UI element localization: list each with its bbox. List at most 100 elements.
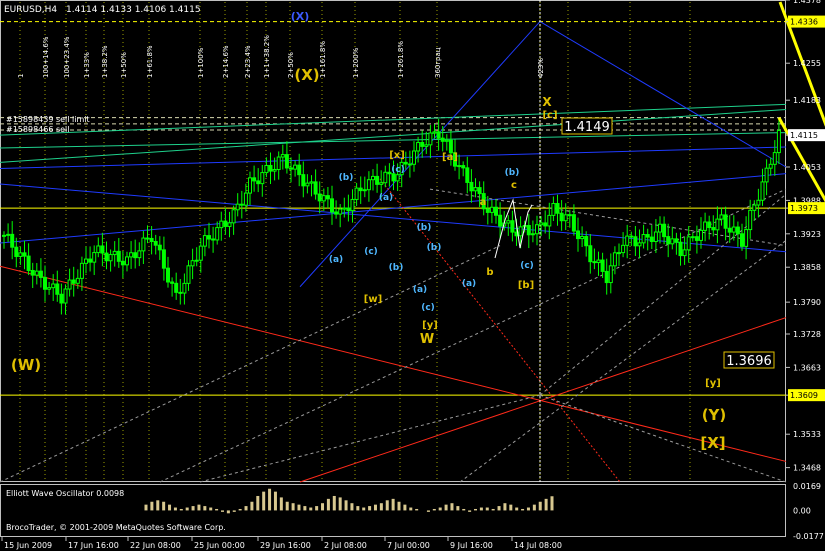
candle-body: [740, 233, 744, 247]
candle-body: [383, 171, 388, 184]
candle-body: [506, 220, 511, 224]
candle-body: [440, 137, 445, 142]
candle-body: [518, 226, 523, 237]
candle-body: [752, 204, 757, 211]
candle-body: [14, 246, 19, 257]
fib-time-label: 1+261.8%: [397, 41, 405, 78]
wave-label: (c): [391, 165, 405, 175]
wave-label: (c): [520, 261, 534, 271]
wave-label: X: [542, 95, 552, 109]
wave-label: a: [480, 197, 487, 208]
candle-body: [104, 252, 109, 262]
candle-body: [621, 244, 626, 254]
fib-time-label: 1+33%: [83, 52, 91, 78]
candle-body: [182, 282, 187, 294]
candle-body: [252, 177, 257, 182]
candle-body: [256, 180, 261, 185]
candle-body: [543, 222, 548, 227]
candle-body: [235, 203, 240, 211]
time-tick-label: 25 Jun 00:00: [194, 541, 245, 550]
chart-background: [0, 0, 825, 551]
candle-body: [485, 208, 490, 213]
candle-body: [202, 235, 207, 247]
candle-body: [416, 142, 421, 152]
candle-body: [731, 226, 736, 233]
candle-body: [34, 270, 39, 276]
candle-body: [75, 277, 80, 284]
order-label-sell-limit: #15898439 sell limit: [6, 115, 90, 124]
candle-body: [18, 252, 23, 257]
candle-body: [641, 234, 646, 244]
candle-body: [289, 167, 293, 170]
candle-body: [510, 220, 515, 233]
candle-body: [744, 229, 749, 247]
candle-body: [276, 156, 281, 171]
candle-body: [580, 236, 585, 240]
candle-body: [153, 241, 158, 246]
candle-body: [670, 238, 675, 245]
candle-body: [748, 209, 753, 231]
candle-body: [362, 189, 367, 192]
candle-body: [211, 238, 216, 241]
candle-body: [51, 283, 56, 289]
order-label-sell: #15898466 sell: [6, 125, 70, 134]
candle-body: [690, 236, 695, 239]
candle-body: [293, 164, 298, 170]
wave-label: (b): [339, 173, 354, 183]
time-tick-label: 29 Jun 16:00: [260, 541, 311, 550]
fib-time-label: 1+50%: [120, 52, 128, 78]
candle-body: [297, 164, 302, 176]
candle-body: [539, 222, 544, 226]
candle-body: [375, 175, 380, 185]
candle-body: [592, 261, 597, 264]
wave-label: (X): [291, 10, 310, 23]
trading-chart: (W) (X) (X) W X [x] [a] [c] [w] [y] [b] [y] (Y) [X] a b…: [0, 0, 825, 551]
candle-body: [658, 223, 662, 233]
candle-body: [170, 281, 175, 284]
candle-body: [551, 202, 556, 216]
candle-body: [625, 235, 630, 246]
candle-body: [457, 165, 462, 168]
candle-body: [313, 181, 318, 195]
candle-body: [530, 233, 535, 236]
wave-label: (a): [379, 193, 393, 203]
fib-time-label: 360грац: [434, 47, 442, 78]
candle-body: [526, 224, 531, 236]
candle-body: [612, 252, 617, 267]
candle-body: [219, 220, 224, 229]
candle-body: [403, 161, 408, 165]
candle-body: [694, 236, 699, 241]
time-tick-label: 9 Jul 16:00: [450, 541, 493, 550]
price-marker-label: 1.3609: [790, 391, 818, 400]
candle-body: [576, 230, 580, 240]
candle-body: [227, 222, 232, 227]
candle-body: [88, 258, 93, 263]
candle-body: [584, 236, 589, 247]
candle-body: [6, 233, 11, 236]
fib-time-label: 2+23.4%: [244, 45, 252, 78]
candle-body: [600, 259, 605, 272]
candle-body: [79, 262, 84, 279]
candle-body: [596, 259, 601, 264]
candle-body: [547, 214, 552, 227]
fib-time-label: 100+23.4%: [63, 36, 71, 78]
candle-body: [407, 163, 412, 166]
time-tick-label: 7 Jul 00:00: [387, 541, 430, 550]
candle-body: [461, 165, 466, 169]
candle-body: [678, 241, 683, 257]
wave-label: [X]: [700, 434, 725, 452]
candle-body: [174, 282, 179, 293]
oscillator-title: Elliott Wave Oscillator 0.0098: [6, 489, 124, 498]
wave-label: (W): [11, 356, 41, 374]
candle-body: [149, 237, 154, 243]
candle-body: [649, 236, 654, 243]
fib-time-label: 1+161.8%: [319, 41, 327, 78]
time-tick-label: 17 Jun 16:00: [68, 541, 119, 550]
candle-body: [71, 279, 76, 284]
candle-body: [633, 236, 638, 247]
candle-body: [157, 244, 162, 251]
candle-body: [555, 202, 560, 214]
candle-body: [494, 206, 498, 216]
candle-body: [699, 229, 703, 241]
price-tick-label: 1.3790: [793, 298, 821, 307]
